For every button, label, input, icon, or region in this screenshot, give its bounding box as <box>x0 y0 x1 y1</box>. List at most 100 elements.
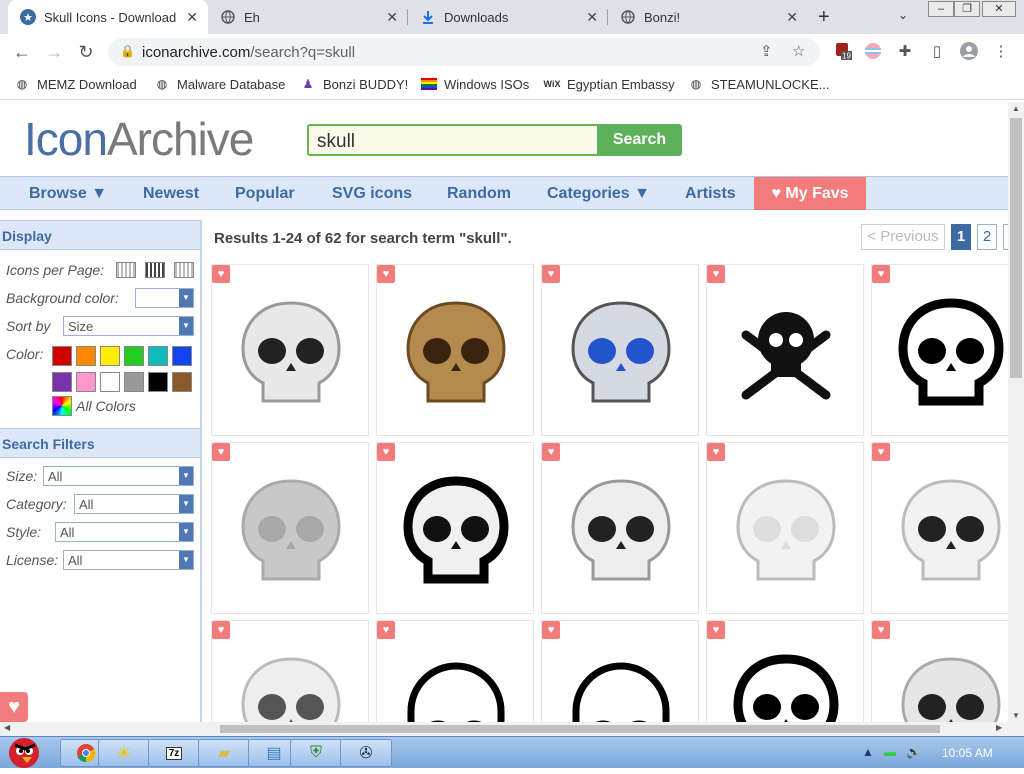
sort-by-select[interactable]: Size ▼ <box>63 316 194 336</box>
clock[interactable]: 10:05 AM <box>942 746 993 760</box>
start-button-angry-bird-icon[interactable] <box>2 733 46 769</box>
style-select[interactable]: All ▼ <box>55 522 194 542</box>
add-favorite-heart-icon[interactable]: ♥ <box>377 265 395 283</box>
reload-icon[interactable]: ↻ <box>74 41 98 63</box>
tray-expand-icon[interactable]: ▲ <box>862 745 874 759</box>
color-swatch[interactable] <box>172 346 192 366</box>
scroll-left-icon[interactable]: ◀ <box>4 723 10 732</box>
add-favorite-heart-icon[interactable]: ♥ <box>377 443 395 461</box>
icon-result-card[interactable]: ♥ <box>211 442 369 614</box>
add-favorite-heart-icon[interactable]: ♥ <box>707 265 725 283</box>
color-swatch[interactable] <box>124 372 144 392</box>
icon-result-card[interactable]: ♥ <box>871 442 1008 614</box>
tab-skull-icons[interactable]: ★ Skull Icons - Download ✕ <box>8 0 208 34</box>
icon-result-card[interactable]: ♥ <box>376 264 534 436</box>
tab-bonzi[interactable]: Bonzi! ✕ <box>608 0 808 34</box>
minimize-icon[interactable]: – <box>928 1 954 17</box>
color-swatch[interactable] <box>52 372 72 392</box>
icon-result-card[interactable]: ♥ <box>871 264 1008 436</box>
nav-newest[interactable]: Newest <box>143 185 199 203</box>
profile-avatar-icon[interactable] <box>960 42 978 60</box>
icon-result-card[interactable]: ♥ <box>376 442 534 614</box>
side-panel-icon[interactable]: ▯ <box>928 42 946 60</box>
color-swatch[interactable] <box>148 372 168 392</box>
all-colors-link[interactable]: All Colors <box>76 398 136 414</box>
close-icon[interactable]: ✕ <box>186 9 198 26</box>
taskbar-explorer[interactable]: ▰ <box>198 739 250 767</box>
new-tab-icon[interactable]: + <box>818 6 830 29</box>
close-icon[interactable]: ✕ <box>586 9 598 26</box>
add-favorite-heart-icon[interactable]: ♥ <box>872 443 890 461</box>
nav-artists[interactable]: Artists <box>685 185 736 203</box>
share-icon[interactable]: ⇪ <box>760 42 773 60</box>
color-swatch[interactable] <box>76 372 96 392</box>
search-button[interactable]: Search <box>597 124 682 156</box>
nav-popular[interactable]: Popular <box>235 185 295 203</box>
heart-icon[interactable]: ♥ <box>0 692 28 722</box>
forward-icon[interactable]: → <box>42 41 66 63</box>
search-input[interactable]: skull <box>307 124 599 156</box>
bookmark-windows-isos[interactable]: Windows ISOs <box>421 76 529 92</box>
add-favorite-heart-icon[interactable]: ♥ <box>542 265 560 283</box>
icon-result-card[interactable]: ♥ <box>706 442 864 614</box>
bookmark-star-icon[interactable]: ☆ <box>792 42 805 60</box>
icon-result-card[interactable]: ♥ <box>211 620 369 722</box>
bookmark-steamunlocked[interactable]: ◍ STEAMUNLOCKE... <box>688 76 830 92</box>
color-swatch[interactable] <box>172 372 192 392</box>
add-favorite-heart-icon[interactable]: ♥ <box>212 621 230 639</box>
icon-result-card[interactable]: ♥ <box>706 264 864 436</box>
color-swatch[interactable] <box>76 346 96 366</box>
icon-result-card[interactable]: ♥ <box>376 620 534 722</box>
color-swatch[interactable] <box>100 372 120 392</box>
vertical-scrollbar[interactable]: ▲ ▼ <box>1008 102 1024 722</box>
nav-svg-icons[interactable]: SVG icons <box>332 185 412 203</box>
icon-result-card[interactable]: ♥ <box>211 264 369 436</box>
taskbar-defender[interactable]: ⛨ <box>290 739 342 767</box>
close-icon[interactable]: ✕ <box>386 9 398 26</box>
tab-downloads[interactable]: Downloads ✕ <box>408 0 608 34</box>
icon-result-card[interactable]: ♥ <box>706 620 864 722</box>
grid-large-icon[interactable] <box>174 262 194 278</box>
page-1-button[interactable]: 1 <box>951 224 971 250</box>
size-select[interactable]: All ▼ <box>43 466 194 486</box>
add-favorite-heart-icon[interactable]: ♥ <box>542 443 560 461</box>
volume-icon[interactable]: 🔊 <box>906 745 921 759</box>
page-2-button[interactable]: 2 <box>977 224 997 250</box>
window-close-icon[interactable]: ✕ <box>982 1 1016 17</box>
previous-page-button[interactable]: < Previous <box>861 224 945 250</box>
add-favorite-heart-icon[interactable]: ♥ <box>872 621 890 639</box>
bookmark-malware-db[interactable]: ◍ Malware Database <box>154 76 286 92</box>
icon-result-card[interactable]: ♥ <box>541 264 699 436</box>
bookmark-bonzi[interactable]: ♟ Bonzi BUDDY! <box>300 76 409 92</box>
add-favorite-heart-icon[interactable]: ♥ <box>542 621 560 639</box>
menu-kebab-icon[interactable]: ⋮ <box>992 42 1010 60</box>
bookmark-egyptian-embassy[interactable]: WiX Egyptian Embassy <box>544 76 675 92</box>
color-swatch[interactable] <box>52 346 72 366</box>
extensions-puzzle-icon[interactable]: ✚ <box>896 42 914 60</box>
nav-random[interactable]: Random <box>447 185 511 203</box>
scroll-down-icon[interactable]: ▼ <box>1012 711 1020 720</box>
icon-result-card[interactable]: ♥ <box>541 620 699 722</box>
add-favorite-heart-icon[interactable]: ♥ <box>212 443 230 461</box>
grid-small-icon[interactable] <box>116 262 136 278</box>
color-swatch[interactable] <box>124 346 144 366</box>
license-select[interactable]: All ▼ <box>63 550 194 570</box>
bookmark-memz[interactable]: ◍ MEMZ Download <box>14 76 137 92</box>
scrollbar-thumb[interactable] <box>1010 118 1022 378</box>
icon-result-card[interactable]: ♥ <box>541 442 699 614</box>
scroll-right-icon[interactable]: ▶ <box>996 723 1002 732</box>
icon-result-card[interactable]: ♥ <box>871 620 1008 722</box>
restore-icon[interactable]: ❐ <box>954 1 980 17</box>
grid-medium-icon[interactable] <box>145 262 165 278</box>
tab-eh[interactable]: Eh ✕ <box>208 0 408 34</box>
taskbar-weather[interactable]: ☀ <box>98 739 150 767</box>
nav-categories[interactable]: Categories ▼ <box>547 185 650 203</box>
add-favorite-heart-icon[interactable]: ♥ <box>212 265 230 283</box>
nav-browse[interactable]: Browse ▼ <box>29 185 107 203</box>
close-icon[interactable]: ✕ <box>786 9 798 26</box>
extension-flag-icon[interactable] <box>864 42 882 60</box>
scroll-up-icon[interactable]: ▲ <box>1012 104 1020 113</box>
site-logo[interactable]: IconArchive <box>24 112 254 166</box>
color-swatch[interactable] <box>100 346 120 366</box>
nav-my-favs[interactable]: ♥ My Favs <box>754 177 866 210</box>
